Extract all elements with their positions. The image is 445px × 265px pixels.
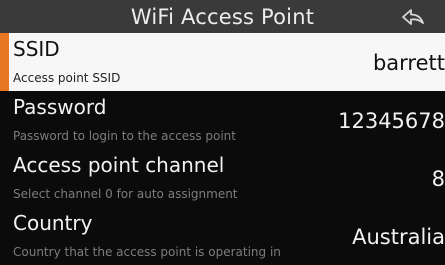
- title-bar: WiFi Access Point: [0, 0, 445, 33]
- setting-description: Select channel 0 for auto assignment: [13, 187, 238, 201]
- setting-row-ssid[interactable]: SSID Access point SSID barrett: [0, 33, 445, 91]
- setting-row-password[interactable]: Password Password to login to the access…: [0, 91, 445, 149]
- setting-label: SSID: [13, 37, 60, 61]
- setting-row-country[interactable]: Country Country that the access point is…: [0, 207, 445, 265]
- setting-label: Country: [13, 211, 93, 235]
- setting-value: barrett: [372, 51, 445, 75]
- setting-description: Access point SSID: [13, 71, 121, 85]
- setting-value: Australia: [352, 225, 445, 249]
- setting-label: Access point channel: [13, 153, 225, 177]
- back-button[interactable]: [399, 5, 427, 29]
- back-arrow-icon: [402, 9, 424, 25]
- setting-row-channel[interactable]: Access point channel Select channel 0 fo…: [0, 149, 445, 207]
- page-title: WiFi Access Point: [130, 4, 315, 29]
- settings-list: SSID Access point SSID barrett Password …: [0, 33, 445, 265]
- setting-value: 8: [431, 167, 445, 191]
- wifi-access-point-screen: WiFi Access Point SSID Access point SSID…: [0, 0, 445, 265]
- setting-description: Country that the access point is operati…: [13, 245, 281, 259]
- selection-indicator: [0, 33, 9, 91]
- setting-value: 12345678: [338, 109, 445, 133]
- setting-description: Password to login to the access point: [13, 129, 236, 143]
- setting-label: Password: [13, 95, 107, 119]
